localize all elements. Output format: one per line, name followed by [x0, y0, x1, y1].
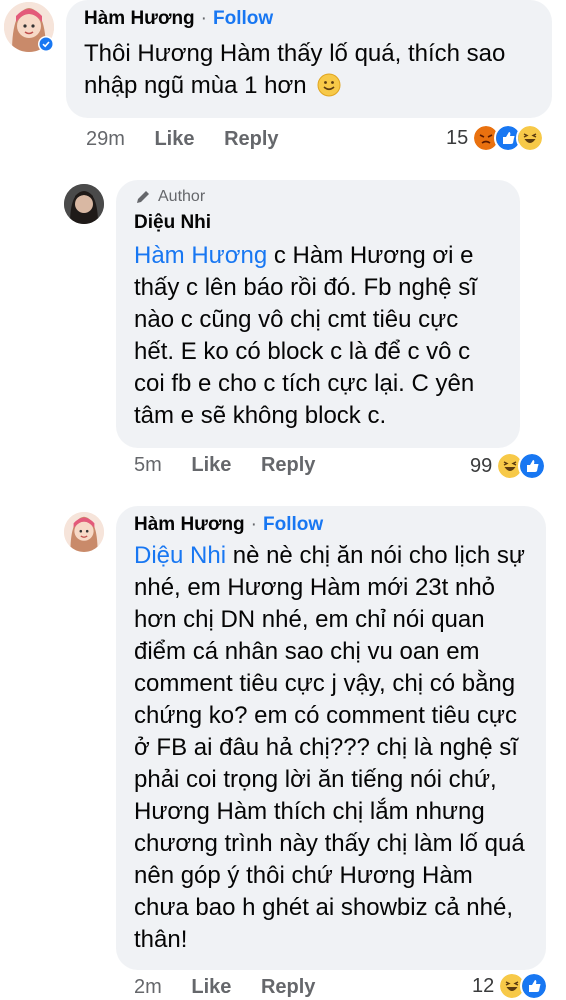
author-name[interactable]: Hàm Hương	[134, 514, 245, 535]
comment-header: Diệu Nhi	[134, 212, 502, 234]
author-badge-label: Author	[158, 188, 206, 205]
comment-time[interactable]: 29m	[86, 128, 125, 150]
avatar-portrait-icon	[64, 512, 104, 552]
reaction-count: 15	[446, 126, 469, 149]
reaction-count: 99	[470, 454, 493, 477]
comment-text: Hàm Hương c Hàm Hương ơi e thấy c lên bá…	[134, 240, 502, 432]
like-button[interactable]: Like	[191, 454, 231, 476]
reply-button[interactable]: Reply	[261, 976, 315, 998]
comment-bubble: Author Diệu Nhi Hàm Hương c Hàm Hương ơi…	[116, 180, 520, 448]
mention-link[interactable]: Hàm Hương	[134, 242, 267, 269]
reaction-summary[interactable]: 99	[470, 452, 547, 480]
follow-link[interactable]: Follow	[263, 514, 323, 535]
comment-body: Thôi Hương Hàm thấy lố quá, thích sao nh…	[84, 40, 506, 99]
comment-actions: 29m Like Reply	[86, 128, 279, 151]
mention-link[interactable]: Diệu Nhi	[134, 542, 226, 569]
avatar[interactable]	[64, 512, 104, 552]
smiley-emoji-icon	[317, 73, 341, 106]
author-badge: Author	[134, 188, 502, 206]
comment-3: Hàm Hương · Follow Diệu Nhi nè nè chị ăn n…	[0, 500, 566, 1000]
avatar-portrait-icon	[64, 184, 104, 224]
check-icon	[39, 37, 53, 51]
like-icon	[520, 972, 549, 1000]
separator-dot: ·	[200, 8, 207, 29]
verified-badge	[38, 36, 54, 52]
follow-link[interactable]: Follow	[213, 8, 273, 29]
comment-header: Hàm Hương · Follow	[134, 514, 528, 536]
reaction-summary[interactable]: 12	[472, 972, 549, 1000]
reaction-summary[interactable]: 15	[446, 124, 545, 152]
avatar[interactable]	[64, 184, 104, 224]
comment-time[interactable]: 5m	[134, 454, 162, 476]
comment-bubble: Hàm Hương · Follow Diệu Nhi nè nè chị ăn n…	[116, 506, 546, 970]
comment-actions: 5m Like Reply	[134, 454, 315, 477]
like-button[interactable]: Like	[154, 128, 194, 150]
comment-body: nè nè chị ăn nói cho lịch sự nhé, em Hươ…	[134, 542, 525, 953]
comment-1: Hàm Hương · Follow Thôi Hương Hàm thấy lố …	[0, 0, 566, 160]
like-button[interactable]: Like	[191, 976, 231, 998]
reply-button[interactable]: Reply	[261, 454, 315, 476]
reply-button[interactable]: Reply	[224, 128, 278, 150]
comment-actions: 2m Like Reply	[134, 976, 315, 999]
haha-icon	[516, 124, 545, 152]
comment-body: c Hàm Hương ơi e thấy c lên báo rồi đó. …	[134, 242, 477, 429]
reaction-count: 12	[472, 974, 495, 997]
separator-dot: ·	[250, 514, 257, 535]
pencil-icon	[137, 191, 149, 203]
comment-text: Diệu Nhi nè nè chị ăn nói cho lịch sự nh…	[134, 540, 528, 956]
comment-2: Author Diệu Nhi Hàm Hương c Hàm Hương ơi…	[0, 170, 566, 490]
author-name[interactable]: Diệu Nhi	[134, 212, 211, 233]
comment-time[interactable]: 2m	[134, 976, 162, 998]
comment-header: Hàm Hương · Follow	[84, 8, 534, 30]
author-name[interactable]: Hàm Hương	[84, 8, 195, 29]
like-icon	[518, 452, 547, 480]
comment-bubble: Hàm Hương · Follow Thôi Hương Hàm thấy lố …	[66, 0, 552, 118]
comment-text: Thôi Hương Hàm thấy lố quá, thích sao nh…	[84, 38, 534, 106]
